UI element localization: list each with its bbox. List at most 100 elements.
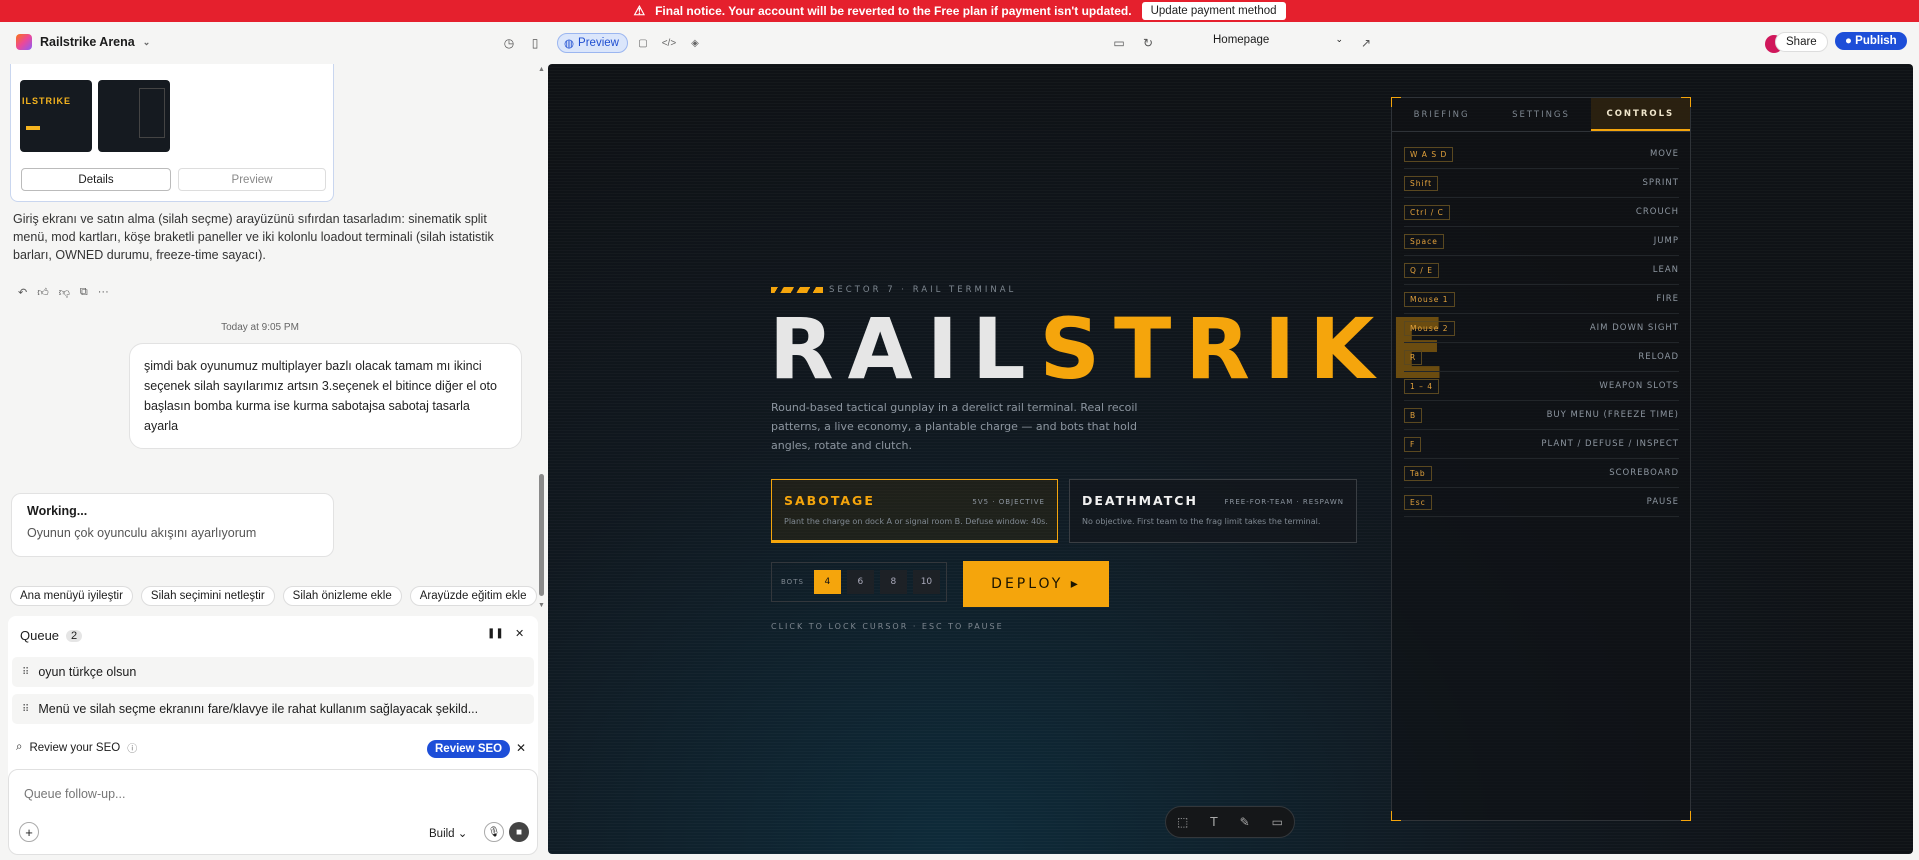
control-action: FIRE [1656, 294, 1679, 304]
control-row: 1 – 4 WEAPON SLOTS [1404, 372, 1679, 401]
control-row: B BUY MENU (FREEZE TIME) [1404, 401, 1679, 430]
control-row: Space JUMP [1404, 227, 1679, 256]
control-action: RELOAD [1638, 352, 1679, 362]
follow-up-input[interactable]: Queue follow-up... + Build ⌄ 🎙︎ ■ [8, 769, 538, 855]
control-row: Shift SPRINT [1404, 169, 1679, 198]
working-title: Working... [27, 504, 88, 518]
queue-item[interactable]: ⠿ Menü ve silah seçme ekranını fare/klav… [12, 694, 534, 724]
control-key: Q / E [1404, 262, 1439, 278]
app-logo-icon [16, 34, 32, 50]
control-action: PAUSE [1646, 497, 1679, 507]
build-mode-select[interactable]: Build ⌄ [429, 826, 467, 840]
history-icon[interactable]: ◷ [500, 34, 518, 52]
user-message: şimdi bak oyunumuz multiplayer bazlı ola… [129, 343, 522, 449]
deploy-button[interactable]: DEPLOY ▸ [963, 561, 1109, 607]
bot-option[interactable]: 6 [846, 570, 874, 594]
refresh-icon[interactable]: ↻ [1139, 34, 1157, 52]
undo-icon[interactable]: ↶ [18, 286, 27, 299]
control-action: PLANT / DEFUSE / INSPECT [1541, 439, 1679, 449]
publish-button[interactable]: ● Publish [1835, 32, 1907, 50]
view-mode-group: ◍ Preview ▢ </> ◈ [557, 32, 706, 54]
control-key: Ctrl / C [1404, 204, 1450, 220]
file-icon[interactable]: ▢ [632, 33, 654, 53]
queue-header: Queue 2 [20, 628, 83, 643]
drag-handle-icon[interactable]: ⠿ [22, 667, 29, 678]
chat-scrollbar[interactable]: ▲ ▼ [538, 64, 545, 609]
update-payment-button[interactable]: Update payment method [1141, 2, 1286, 20]
mode-card-sabotage[interactable]: SABOTAGE 5V5 · OBJECTIVE Plant the charg… [771, 479, 1058, 543]
thumbnail-1[interactable]: ILSTRIKE [20, 80, 92, 152]
layers-icon[interactable]: ◈ [684, 33, 706, 53]
game-preview: SECTOR 7 · RAIL TERMINAL RAILSTRIKE Roun… [548, 64, 1913, 854]
control-action: CROUCH [1635, 207, 1679, 217]
review-seo-button[interactable]: Review SEO [427, 740, 511, 758]
comment-tool-icon[interactable]: ▭ [1272, 815, 1283, 829]
queue-item[interactable]: ⠿ oyun türkçe olsun [12, 657, 534, 687]
sidebar-toggle-icon[interactable]: ▯ [526, 34, 544, 52]
control-action: AIM DOWN SIGHT [1589, 323, 1679, 333]
stop-icon[interactable]: ■ [509, 822, 529, 842]
control-key: F [1404, 436, 1422, 452]
tab-briefing[interactable]: BRIEFING [1392, 98, 1491, 131]
project-selector[interactable]: Railstrike Arena ⌄ [16, 34, 150, 50]
copy-icon[interactable]: ⧉ [80, 286, 88, 299]
control-row: Mouse 2 AIM DOWN SIGHT [1404, 314, 1679, 343]
page-select[interactable]: Homepage ⌄ [1213, 34, 1343, 46]
collapse-icon[interactable]: ✕ [515, 627, 524, 640]
preview-mode-button[interactable]: ◍ Preview [557, 33, 628, 53]
thumbs-down-icon[interactable]: 👎︎ [59, 286, 70, 299]
seo-label: Review your SEO [29, 741, 121, 754]
tab-settings[interactable]: SETTINGS [1491, 98, 1590, 131]
chevron-down-icon: ⌄ [142, 36, 151, 47]
suggestion-chip[interactable]: Arayüzde eğitim ekle [409, 586, 537, 606]
hazard-stripes [771, 287, 823, 293]
drag-handle-icon[interactable]: ⠿ [22, 704, 29, 715]
code-icon[interactable]: </> [658, 33, 680, 53]
working-status-card: Working... Oyunun çok oyunculu akışını a… [11, 493, 334, 557]
control-key: Space [1404, 233, 1444, 249]
add-icon[interactable]: + [19, 822, 39, 842]
working-status: Oyunun çok oyunculu akışını ayarlıyorum [27, 526, 257, 540]
mode-tag: 5V5 · OBJECTIVE [972, 498, 1045, 506]
scroll-up-icon[interactable]: ▲ [538, 66, 545, 73]
thumbs-up-icon[interactable]: 👍︎ [37, 286, 49, 299]
external-link-icon[interactable]: ↗ [1357, 34, 1375, 52]
control-row: F PLANT / DEFUSE / INSPECT [1404, 430, 1679, 459]
controls-panel: BRIEFING SETTINGS CONTROLS W A S D MOVE Sh… [1391, 97, 1691, 821]
thumbnail-title: ILSTRIKE [22, 96, 72, 106]
cursor-hint: CLICK TO LOCK CURSOR · ESC TO PAUSE [771, 622, 1004, 631]
select-tool-icon[interactable]: ⬚ [1177, 815, 1188, 829]
bot-option[interactable]: 4 [813, 570, 841, 594]
queue-item-text: oyun türkçe olsun [38, 665, 137, 679]
bot-option[interactable]: 10 [912, 570, 940, 594]
text-tool-icon[interactable]: T [1210, 815, 1217, 829]
control-key: B [1404, 407, 1423, 423]
details-button[interactable]: Details [21, 168, 171, 191]
tab-controls[interactable]: CONTROLS [1590, 98, 1690, 131]
publish-label: Publish [1855, 35, 1897, 47]
edit-tool-icon[interactable]: ✎ [1240, 815, 1250, 829]
bot-option[interactable]: 8 [879, 570, 907, 594]
queue-title: Queue [20, 628, 60, 643]
scroll-down-icon[interactable]: ▼ [538, 602, 545, 609]
suggestion-chip[interactable]: Silah seçimini netleştir [140, 586, 275, 606]
mode-tag: FREE-FOR-TEAM · RESPAWN [1224, 498, 1344, 506]
suggestion-chip[interactable]: Silah önizleme ekle [282, 586, 402, 606]
close-icon[interactable]: ✕ [516, 741, 526, 755]
pause-icon[interactable]: ❚❚ [487, 628, 504, 639]
info-icon[interactable]: ⓘ [127, 740, 137, 755]
desktop-icon[interactable]: ▭ [1110, 34, 1128, 52]
more-icon[interactable]: ··· [98, 286, 109, 299]
sector-label: SECTOR 7 · RAIL TERMINAL [771, 285, 1016, 295]
control-row: R RELOAD [1404, 343, 1679, 372]
game-title: RAILSTRIKE [769, 299, 1460, 399]
thumbnail-2[interactable] [98, 80, 170, 152]
microphone-icon[interactable]: 🎙︎ [484, 822, 504, 842]
warning-icon: ⚠ [633, 3, 646, 18]
scrollbar-thumb[interactable] [539, 474, 544, 596]
suggestion-chip[interactable]: Ana menüyü iyileştir [10, 586, 133, 606]
mode-card-deathmatch[interactable]: DEATHMATCH FREE-FOR-TEAM · RESPAWN No ob… [1069, 479, 1357, 543]
card-preview-button[interactable]: Preview [178, 168, 326, 191]
search-icon: ⌕ [16, 741, 23, 753]
share-button[interactable]: Share [1775, 32, 1828, 52]
